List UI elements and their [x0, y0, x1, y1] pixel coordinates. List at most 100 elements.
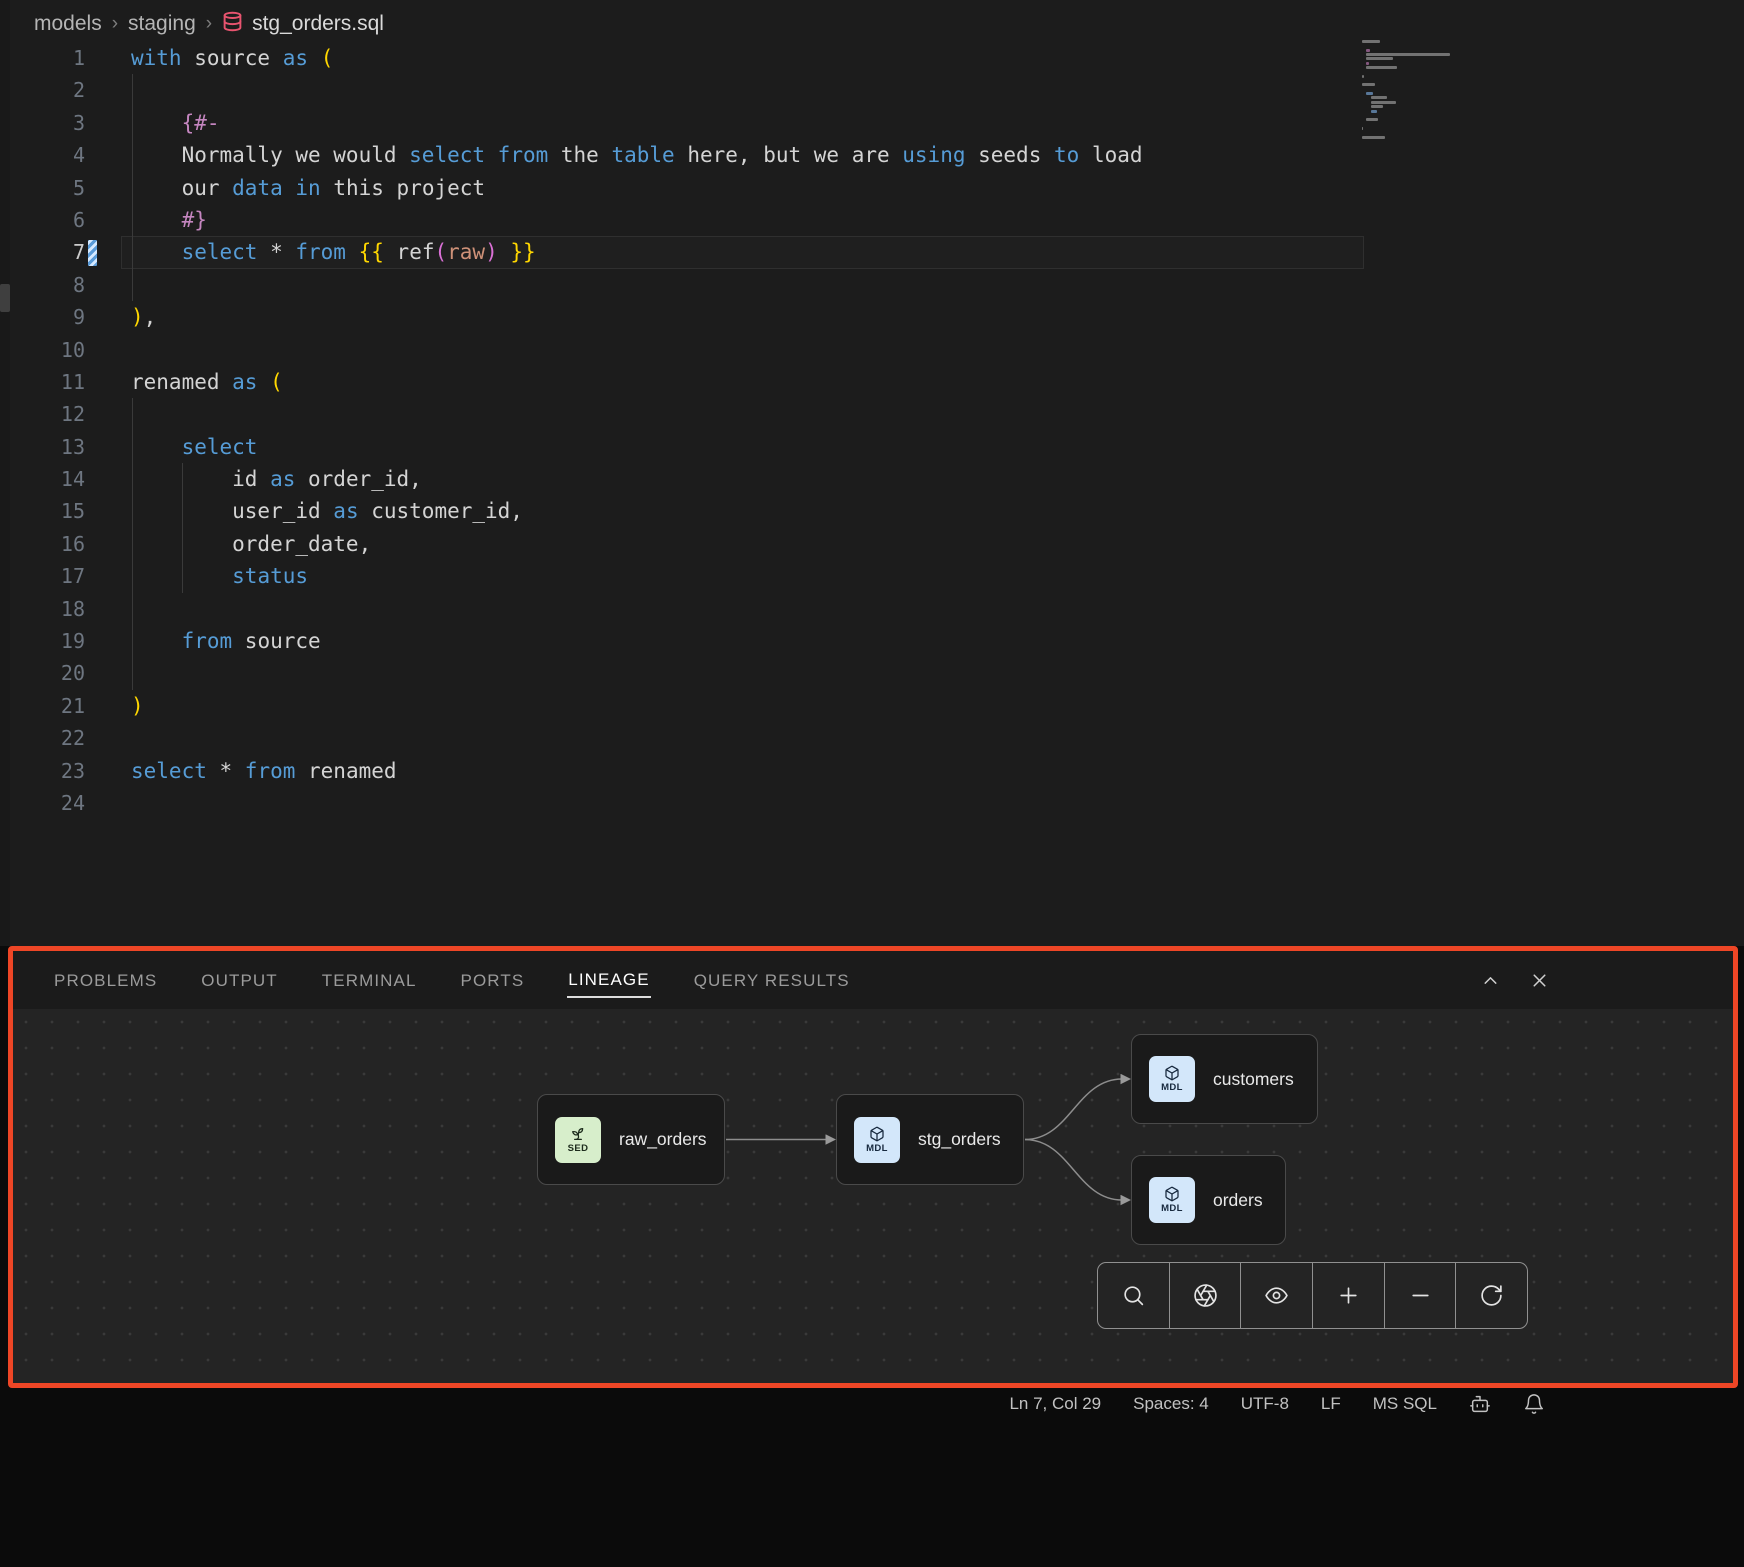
- tab-output[interactable]: OUTPUT: [200, 963, 278, 997]
- line-number[interactable]: 16: [0, 528, 85, 560]
- code-line[interactable]: with source as (: [131, 42, 1143, 74]
- line-number[interactable]: 20: [0, 657, 85, 689]
- tab-query-results[interactable]: QUERY RESULTS: [693, 963, 851, 997]
- line-number[interactable]: 8: [0, 269, 85, 301]
- breadcrumb-item-staging[interactable]: staging: [128, 12, 196, 36]
- breadcrumb-item-models[interactable]: models: [34, 12, 102, 36]
- line-number[interactable]: 12: [0, 398, 85, 430]
- minimap[interactable]: [1362, 40, 1522, 150]
- eye-icon: [1264, 1283, 1289, 1308]
- close-panel-button[interactable]: [1529, 970, 1550, 991]
- line-number[interactable]: 9: [0, 301, 85, 333]
- status-item[interactable]: Ln 7, Col 29: [1009, 1394, 1101, 1414]
- line-number[interactable]: 4: [0, 139, 85, 171]
- copilot-icon: [1469, 1393, 1491, 1415]
- aperture-button[interactable]: [1170, 1263, 1242, 1328]
- line-number[interactable]: 19: [0, 625, 85, 657]
- lineage-node-orders[interactable]: MDLorders: [1131, 1155, 1286, 1245]
- line-number[interactable]: 18: [0, 593, 85, 625]
- notifications-button[interactable]: [1523, 1393, 1545, 1415]
- minimap-line: [1362, 75, 1364, 78]
- tab-ports[interactable]: PORTS: [460, 963, 526, 997]
- status-item[interactable]: Spaces: 4: [1133, 1394, 1209, 1414]
- lineage-canvas[interactable]: SEDraw_ordersMDLstg_ordersMDLcustomersMD…: [13, 1009, 1733, 1383]
- code-line[interactable]: select * from renamed: [131, 755, 1143, 787]
- zoom-in-button[interactable]: [1313, 1263, 1385, 1328]
- lineage-node-customers[interactable]: MDL customers: [1131, 1034, 1318, 1124]
- line-number[interactable]: 24: [0, 787, 85, 819]
- code-line[interactable]: [131, 787, 1143, 819]
- code-line[interactable]: ): [131, 690, 1143, 722]
- tab-problems[interactable]: PROBLEMS: [53, 963, 158, 997]
- lineage-node-stg_orders[interactable]: MDLstg_orders: [836, 1094, 1024, 1185]
- code-line[interactable]: ),: [131, 301, 1143, 333]
- tab-lineage[interactable]: LINEAGE: [567, 962, 650, 998]
- minimap-line: [1371, 101, 1396, 104]
- code-line[interactable]: [131, 334, 1143, 366]
- code-line[interactable]: status: [131, 560, 1143, 592]
- badge-label: SED: [568, 1143, 589, 1154]
- minimap-line: [1366, 62, 1368, 65]
- badge-label: MDL: [866, 1143, 888, 1154]
- code-line[interactable]: select * from {{ ref(raw) }}: [131, 236, 1143, 268]
- code-line[interactable]: our data in this project: [131, 172, 1143, 204]
- copilot-button[interactable]: [1469, 1393, 1491, 1415]
- code-line[interactable]: renamed as (: [131, 366, 1143, 398]
- code-line[interactable]: [131, 657, 1143, 689]
- line-number[interactable]: 11: [0, 366, 85, 398]
- maximize-panel-button[interactable]: [1480, 970, 1501, 991]
- line-number[interactable]: 6: [0, 204, 85, 236]
- code-line[interactable]: [131, 269, 1143, 301]
- line-number[interactable]: 10: [0, 334, 85, 366]
- line-number[interactable]: 13: [0, 431, 85, 463]
- close-icon: [1529, 970, 1550, 991]
- code-line[interactable]: {#-: [131, 107, 1143, 139]
- minimap-line: [1371, 105, 1383, 108]
- lineage-toolbar: [1097, 1262, 1528, 1329]
- code-line[interactable]: order_date,: [131, 528, 1143, 560]
- line-number[interactable]: 2: [0, 74, 85, 106]
- code-line[interactable]: from source: [131, 625, 1143, 657]
- code-line[interactable]: #}: [131, 204, 1143, 236]
- chevron-up-icon: [1480, 970, 1501, 991]
- bottom-panel: PROBLEMS OUTPUT TERMINAL PORTS LINEAGE QUERY …: [8, 946, 1738, 1388]
- line-number[interactable]: 15: [0, 495, 85, 527]
- line-number[interactable]: 3: [0, 107, 85, 139]
- status-item[interactable]: MS SQL: [1373, 1394, 1437, 1414]
- code-line[interactable]: [131, 398, 1143, 430]
- line-number[interactable]: 22: [0, 722, 85, 754]
- node-label: raw_orders: [619, 1129, 707, 1150]
- line-number[interactable]: 5: [0, 172, 85, 204]
- minimap-line: [1366, 53, 1450, 56]
- code-line[interactable]: user_id as customer_id,: [131, 495, 1143, 527]
- line-number[interactable]: 23: [0, 755, 85, 787]
- breadcrumb-item-file[interactable]: stg_orders.sql: [222, 11, 384, 38]
- node-label: customers: [1213, 1069, 1294, 1090]
- code-line[interactable]: Normally we would select from the table …: [131, 139, 1143, 171]
- search-button[interactable]: [1098, 1263, 1170, 1328]
- line-number[interactable]: 14: [0, 463, 85, 495]
- zoom-out-button[interactable]: [1385, 1263, 1457, 1328]
- tab-terminal[interactable]: TERMINAL: [321, 963, 418, 997]
- line-number[interactable]: 7: [0, 236, 85, 268]
- badge-label: MDL: [1161, 1082, 1183, 1093]
- line-number[interactable]: 1: [0, 42, 85, 74]
- code-line[interactable]: id as order_id,: [131, 463, 1143, 495]
- editor-code[interactable]: with source as ( {#- Normally we would s…: [131, 42, 1143, 819]
- cube-icon: [1164, 1065, 1180, 1081]
- status-item[interactable]: LF: [1321, 1394, 1341, 1414]
- code-line[interactable]: select: [131, 431, 1143, 463]
- refresh-button[interactable]: [1456, 1263, 1527, 1328]
- line-number[interactable]: 17: [0, 560, 85, 592]
- zoom-out-icon: [1408, 1283, 1433, 1308]
- code-line[interactable]: [131, 74, 1143, 106]
- status-item[interactable]: UTF-8: [1241, 1394, 1289, 1414]
- code-line[interactable]: [131, 722, 1143, 754]
- line-number[interactable]: 21: [0, 690, 85, 722]
- minimap-line: [1362, 40, 1380, 43]
- code-line[interactable]: [131, 593, 1143, 625]
- minimap-line: [1366, 118, 1378, 121]
- eye-button[interactable]: [1241, 1263, 1313, 1328]
- lineage-node-raw_orders[interactable]: SED raw_orders: [537, 1094, 725, 1185]
- minimap-line: [1362, 127, 1363, 130]
